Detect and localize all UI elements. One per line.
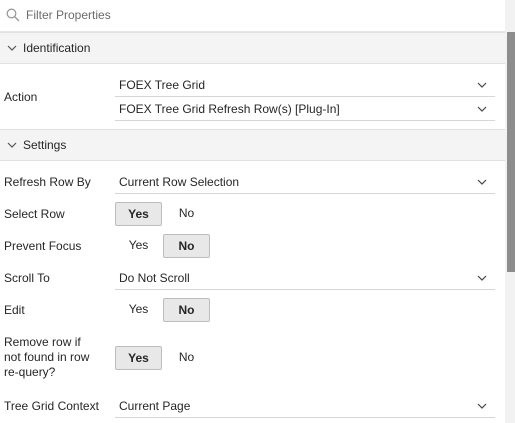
remove-row-label-line: Remove row if	[4, 335, 81, 349]
chevron-down-icon	[477, 275, 487, 281]
tree-grid-context-select[interactable]: Current Page	[115, 394, 495, 418]
remove-row-toggle: Yes No	[115, 346, 210, 370]
chevron-down-icon	[477, 403, 487, 409]
prevent-focus-yes-option[interactable]: Yes	[115, 234, 162, 258]
action-select[interactable]: FOEX Tree Grid	[115, 73, 495, 97]
section-title: Identification	[23, 41, 91, 55]
section-header-identification[interactable]: Identification	[0, 32, 505, 64]
chevron-down-icon	[7, 45, 17, 51]
property-editor-panel: Identification Action FOEX Tree Grid FOE…	[0, 0, 505, 423]
chevron-down-icon	[7, 142, 17, 148]
edit-label: Edit	[4, 303, 25, 317]
chevron-down-icon	[477, 106, 487, 112]
select-row-no-option[interactable]: No	[163, 202, 210, 226]
remove-row-no-option[interactable]: No	[163, 346, 210, 370]
tree-grid-context-value: Current Page	[119, 399, 191, 413]
section-header-settings[interactable]: Settings	[0, 129, 505, 161]
chevron-down-icon	[477, 82, 487, 88]
select-row-toggle: Yes No	[115, 202, 210, 226]
scroll-to-label: Scroll To	[4, 271, 50, 285]
refresh-row-by-select[interactable]: Current Row Selection	[115, 170, 495, 194]
action-select-value: FOEX Tree Grid	[119, 78, 206, 92]
action-plugin-select[interactable]: FOEX Tree Grid Refresh Row(s) [Plug-In]	[115, 97, 495, 121]
section-title: Settings	[23, 138, 67, 152]
remove-row-label-line: re-query?	[4, 365, 56, 379]
action-label: Action	[4, 90, 38, 104]
edit-no-option[interactable]: No	[163, 298, 210, 322]
action-plugin-select-value: FOEX Tree Grid Refresh Row(s) [Plug-In]	[119, 102, 340, 116]
scroll-to-value: Do Not Scroll	[119, 271, 190, 285]
search-icon	[6, 8, 20, 22]
select-row-label: Select Row	[4, 207, 65, 221]
scroll-to-select[interactable]: Do Not Scroll	[115, 266, 495, 290]
prevent-focus-toggle: Yes No	[115, 234, 210, 258]
prevent-focus-no-option[interactable]: No	[163, 234, 210, 258]
edit-toggle: Yes No	[115, 298, 210, 322]
remove-row-label-line: not found in row	[4, 350, 90, 364]
scrollbar-thumb[interactable]	[507, 32, 515, 272]
refresh-row-by-label: Refresh Row By	[4, 175, 91, 189]
edit-yes-option[interactable]: Yes	[115, 298, 162, 322]
filter-bar	[0, 0, 505, 32]
chevron-down-icon	[477, 179, 487, 185]
select-row-yes-option[interactable]: Yes	[115, 202, 162, 226]
refresh-row-by-value: Current Row Selection	[119, 175, 240, 189]
remove-row-yes-option[interactable]: Yes	[115, 346, 162, 370]
remove-row-label: Remove row if not found in row re-query?	[4, 335, 89, 380]
filter-properties-input[interactable]	[26, 5, 466, 25]
tree-grid-context-label: Tree Grid Context	[4, 399, 99, 413]
prevent-focus-label: Prevent Focus	[4, 239, 82, 253]
